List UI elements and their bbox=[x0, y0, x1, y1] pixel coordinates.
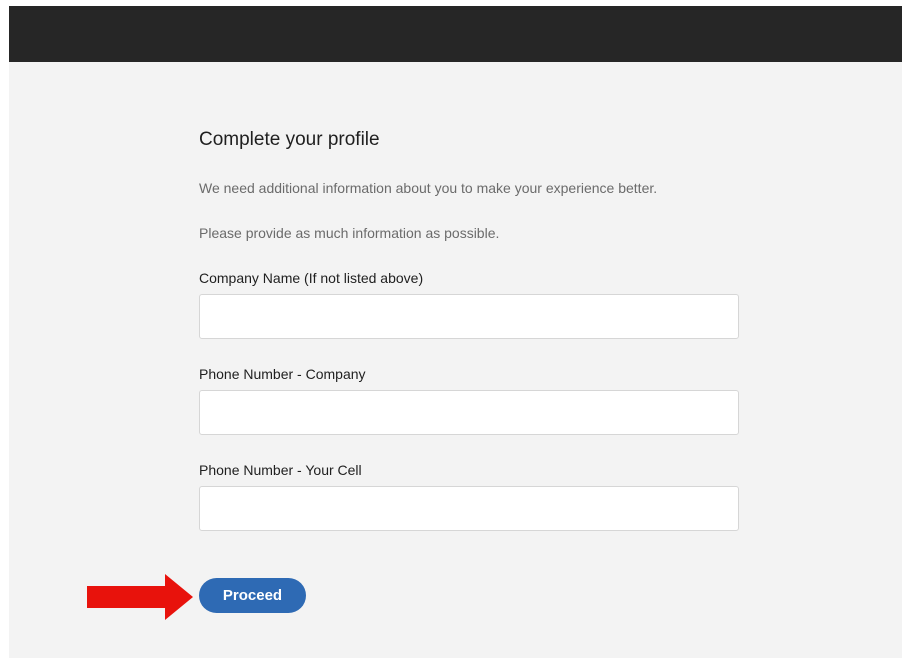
page-title: Complete your profile bbox=[199, 129, 380, 150]
profile-form: Complete your profile We need additional… bbox=[199, 128, 739, 531]
red-arrow-right-icon bbox=[87, 574, 193, 620]
company-name-label: Company Name (If not listed above) bbox=[199, 270, 424, 286]
cell-phone-label: Phone Number - Your Cell bbox=[199, 462, 362, 478]
cell-phone-input[interactable] bbox=[199, 486, 739, 531]
form-description-line-2: Please provide as much information as po… bbox=[199, 225, 500, 241]
company-name-input[interactable] bbox=[199, 294, 739, 339]
proceed-button[interactable]: Proceed bbox=[199, 578, 306, 613]
company-phone-label: Phone Number - Company bbox=[199, 366, 366, 382]
page-frame: Complete your profile We need additional… bbox=[9, 6, 902, 658]
company-phone-input[interactable] bbox=[199, 390, 739, 435]
form-description-line-1: We need additional information about you… bbox=[199, 180, 658, 196]
top-header-bar bbox=[9, 6, 902, 62]
